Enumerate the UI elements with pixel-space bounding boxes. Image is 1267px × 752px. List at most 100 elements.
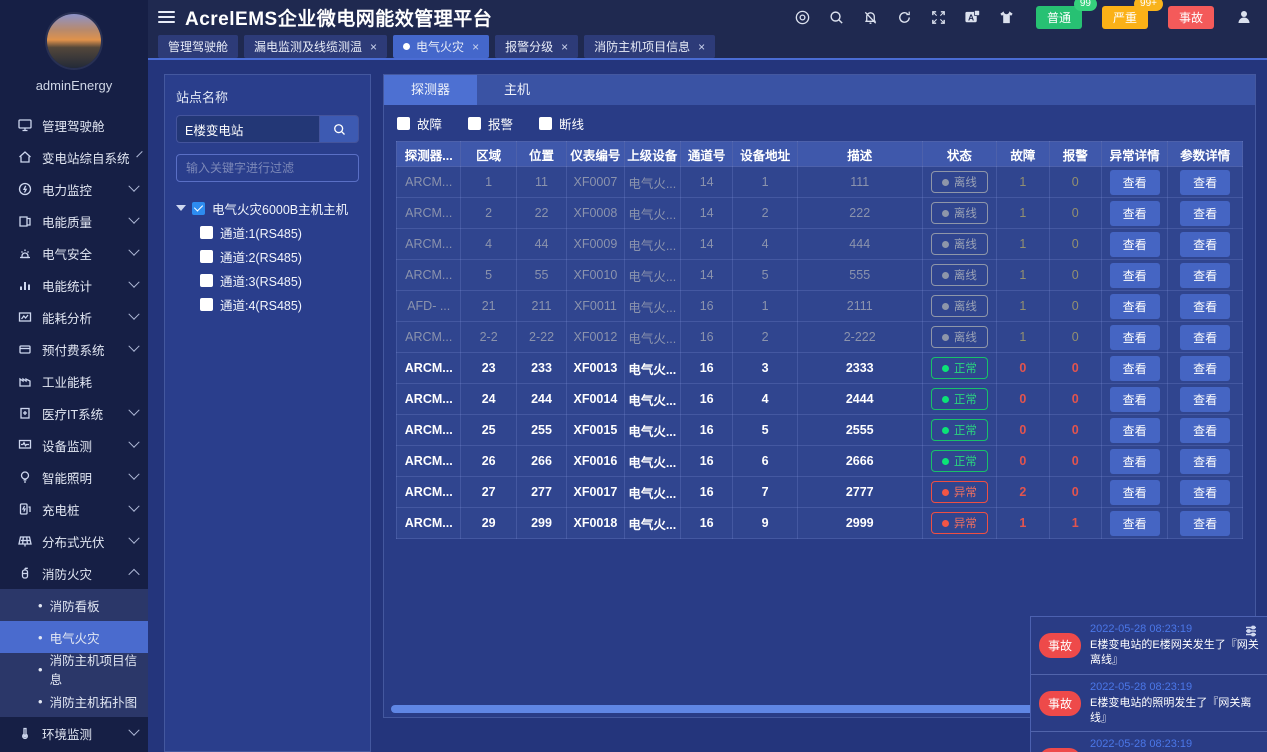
view-exception-button[interactable]: 查看 <box>1110 418 1160 443</box>
tab-host[interactable]: 主机 <box>477 75 557 105</box>
sidebar-item-industrial-energy[interactable]: 工业能耗 <box>0 365 148 397</box>
checkbox[interactable] <box>200 298 213 311</box>
user-icon[interactable] <box>1235 8 1253 26</box>
sidebar-item-ev-charger[interactable]: 充电桩 <box>0 493 148 525</box>
view-exception-button[interactable]: 查看 <box>1110 387 1160 412</box>
tree-node-host[interactable]: 电气火灾6000B主机主机 <box>176 196 359 220</box>
sidebar-item-energy-analysis[interactable]: 能耗分析 <box>0 301 148 333</box>
view-params-button[interactable]: 查看 <box>1180 325 1230 350</box>
table-row[interactable]: ARCM... 4 44 XF0009 电气火... 14 4 444 离线 1… <box>397 229 1243 260</box>
checkbox[interactable] <box>468 117 481 130</box>
view-exception-button[interactable]: 查看 <box>1110 201 1160 226</box>
view-params-button[interactable]: 查看 <box>1180 387 1230 412</box>
sidebar-item-pv[interactable]: 分布式光伏 <box>0 525 148 557</box>
filter-icon[interactable] <box>1244 624 1258 638</box>
sidebar-item-fire-host-info[interactable]: •消防主机项目信息 <box>0 653 148 685</box>
tab-electrical-fire[interactable]: 电气火灾× <box>393 35 489 58</box>
translate-icon[interactable]: A <box>964 9 981 26</box>
sidebar-item-dashboard[interactable]: 管理驾驶舱 <box>0 109 148 141</box>
sidebar-item-fire-safety[interactable]: 消防火灾 <box>0 557 148 589</box>
view-exception-button[interactable]: 查看 <box>1110 511 1160 536</box>
view-params-button[interactable]: 查看 <box>1180 170 1230 195</box>
checkbox-checked[interactable] <box>192 202 205 215</box>
sidebar-item-electrical-safety[interactable]: 电气安全 <box>0 237 148 269</box>
refresh-icon[interactable] <box>896 9 913 26</box>
view-exception-button[interactable]: 查看 <box>1110 232 1160 257</box>
view-params-button[interactable]: 查看 <box>1180 263 1230 288</box>
view-params-button[interactable]: 查看 <box>1180 356 1230 381</box>
filter-fault[interactable]: 故障 <box>397 114 442 133</box>
view-params-button[interactable]: 查看 <box>1180 201 1230 226</box>
caret-down-icon[interactable] <box>176 205 186 211</box>
sidebar-item-medical-it[interactable]: 医疗IT系统 <box>0 397 148 429</box>
view-exception-button[interactable]: 查看 <box>1110 449 1160 474</box>
theme-icon[interactable] <box>998 9 1015 26</box>
view-params-button[interactable]: 查看 <box>1180 232 1230 257</box>
view-exception-button[interactable]: 查看 <box>1110 356 1160 381</box>
checkbox[interactable] <box>539 117 552 130</box>
checkbox[interactable] <box>200 250 213 263</box>
checkbox[interactable] <box>200 274 213 287</box>
view-exception-button[interactable]: 查看 <box>1110 263 1160 288</box>
sidebar-item-power-stats[interactable]: 电能统计 <box>0 269 148 301</box>
close-icon[interactable]: × <box>561 40 568 54</box>
sidebar-item-prepaid[interactable]: 预付费系统 <box>0 333 148 365</box>
mute-notifications-icon[interactable] <box>862 9 879 26</box>
view-exception-button[interactable]: 查看 <box>1110 325 1160 350</box>
view-params-button[interactable]: 查看 <box>1180 294 1230 319</box>
tab-management-cockpit[interactable]: 管理驾驶舱 <box>158 35 238 58</box>
close-icon[interactable]: × <box>472 40 479 54</box>
checkbox[interactable] <box>397 117 410 130</box>
tab-alarm-grading[interactable]: 报警分级× <box>495 35 578 58</box>
view-params-button[interactable]: 查看 <box>1180 449 1230 474</box>
sidebar-item-electrical-fire[interactable]: •电气火灾 <box>0 621 148 653</box>
view-params-button[interactable]: 查看 <box>1180 480 1230 505</box>
alarm-accident-button[interactable]: 事故 <box>1168 6 1214 29</box>
sidebar-item-power-monitor[interactable]: 电力监控 <box>0 173 148 205</box>
tab-detector[interactable]: 探测器 <box>384 75 477 105</box>
table-row[interactable]: ARCM... 26 266 XF0016 电气火... 16 6 2666 正… <box>397 446 1243 477</box>
filter-offline[interactable]: 断线 <box>539 114 584 133</box>
tab-fire-host-info[interactable]: 消防主机项目信息× <box>584 35 715 58</box>
sidebar-item-smart-lighting[interactable]: 智能照明 <box>0 461 148 493</box>
close-icon[interactable]: × <box>370 40 377 54</box>
view-exception-button[interactable]: 查看 <box>1110 480 1160 505</box>
sidebar-item-device-monitor[interactable]: 设备监测 <box>0 429 148 461</box>
table-row[interactable]: ARCM... 27 277 XF0017 电气火... 16 7 2777 异… <box>397 477 1243 508</box>
sidebar-item-fire-host-topology[interactable]: •消防主机拓扑图 <box>0 685 148 717</box>
sidebar-toggle-icon[interactable] <box>158 8 175 26</box>
view-exception-button[interactable]: 查看 <box>1110 170 1160 195</box>
alarm-normal-button[interactable]: 普通 99 <box>1036 6 1082 29</box>
checkbox[interactable] <box>200 226 213 239</box>
table-row[interactable]: ARCM... 23 233 XF0013 电气火... 16 3 2333 正… <box>397 353 1243 384</box>
view-exception-button[interactable]: 查看 <box>1110 294 1160 319</box>
close-icon[interactable]: × <box>698 40 705 54</box>
target-icon[interactable] <box>794 9 811 26</box>
table-row[interactable]: ARCM... 5 55 XF0010 电气火... 14 5 555 离线 1… <box>397 260 1243 291</box>
tree-node-channel-4[interactable]: 通道:4(RS485) <box>176 292 359 316</box>
view-params-button[interactable]: 查看 <box>1180 511 1230 536</box>
table-row[interactable]: ARCM... 25 255 XF0015 电气火... 16 5 2555 正… <box>397 415 1243 446</box>
sidebar-item-environment[interactable]: 环境监测 <box>0 717 148 749</box>
sidebar-item-substation[interactable]: 变电站综自系统 <box>0 141 148 173</box>
tree-filter-input[interactable] <box>176 154 359 182</box>
table-row[interactable]: AFD- ... 21 211 XF0011 电气火... 16 1 2111 … <box>397 291 1243 322</box>
table-row[interactable]: ARCM... 1 11 XF0007 电气火... 14 1 111 离线 1… <box>397 167 1243 198</box>
sidebar-item-fire-board[interactable]: •消防看板 <box>0 589 148 621</box>
tree-node-channel-3[interactable]: 通道:3(RS485) <box>176 268 359 292</box>
table-row[interactable]: ARCM... 24 244 XF0014 电气火... 16 4 2444 正… <box>397 384 1243 415</box>
station-search-button[interactable] <box>319 115 359 143</box>
tree-node-channel-2[interactable]: 通道:2(RS485) <box>176 244 359 268</box>
table-row[interactable]: ARCM... 2 22 XF0008 电气火... 14 2 222 离线 1… <box>397 198 1243 229</box>
tab-leakage-monitoring[interactable]: 漏电监测及线缆测温× <box>244 35 387 58</box>
table-row[interactable]: ARCM... 2-2 2-22 XF0012 电气火... 16 2 2-22… <box>397 322 1243 353</box>
station-search-input[interactable] <box>176 115 319 143</box>
table-row[interactable]: ARCM... 29 299 XF0018 电气火... 16 9 2999 异… <box>397 508 1243 539</box>
tree-node-channel-1[interactable]: 通道:1(RS485) <box>176 220 359 244</box>
search-icon[interactable] <box>828 9 845 26</box>
sidebar-item-power-quality[interactable]: 电能质量 <box>0 205 148 237</box>
alarm-severe-button[interactable]: 严重 99+ <box>1102 6 1148 29</box>
view-params-button[interactable]: 查看 <box>1180 418 1230 443</box>
fullscreen-icon[interactable] <box>930 9 947 26</box>
filter-alarm[interactable]: 报警 <box>468 114 513 133</box>
